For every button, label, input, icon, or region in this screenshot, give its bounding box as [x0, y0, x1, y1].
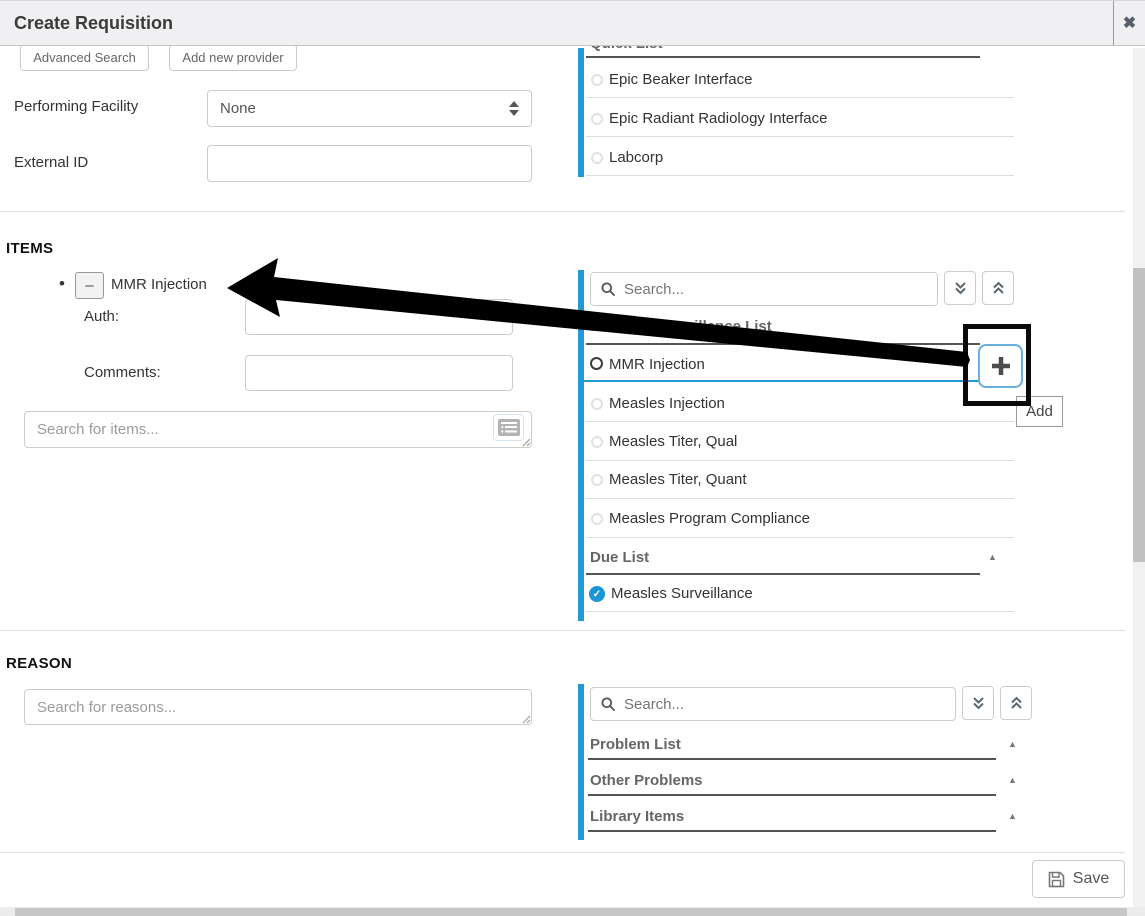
radio-icon[interactable] [591, 474, 603, 486]
row-separator [586, 421, 1014, 422]
group-underline [588, 794, 996, 796]
collapse-caret-icon[interactable]: ▲ [988, 552, 997, 562]
items-group-header[interactable]: Due List [590, 549, 649, 566]
expand-all-button[interactable] [944, 271, 976, 305]
reason-picker-search[interactable] [590, 687, 956, 721]
save-floppy-icon [1048, 871, 1065, 888]
section-divider [0, 211, 1125, 212]
picker-item[interactable]: MMR Injection [609, 356, 705, 373]
selected-row-underline [584, 380, 1013, 382]
radio-icon[interactable] [591, 113, 603, 125]
double-chevron-down-icon [953, 281, 968, 296]
picker-item[interactable]: Measles Injection [609, 395, 725, 412]
row-separator [586, 611, 1014, 612]
vertical-scrollbar[interactable] [1133, 48, 1145, 907]
reason-picker-accent-bar [578, 684, 584, 840]
quick-list-item[interactable]: Epic Beaker Interface [609, 71, 752, 88]
reason-picker-search-input[interactable] [624, 696, 945, 713]
row-separator [586, 460, 1014, 461]
section-divider [0, 630, 1125, 631]
external-id-input[interactable] [207, 145, 532, 182]
footer-divider [0, 852, 1125, 853]
quick-list-item[interactable]: Labcorp [609, 149, 663, 166]
remove-item-button[interactable]: – [75, 272, 104, 299]
pointer-arrow-annotation [0, 0, 1145, 916]
search-icon [601, 282, 616, 297]
group-underline [588, 830, 996, 832]
radio-icon[interactable] [591, 74, 603, 86]
row-separator [586, 175, 1014, 176]
items-group-header[interactable]: Measles Surveillance List [590, 318, 772, 335]
auth-input[interactable] [245, 299, 513, 335]
search-icon [601, 697, 616, 712]
double-chevron-down-icon [971, 696, 986, 711]
search-reasons-input[interactable] [24, 689, 532, 725]
radio-icon[interactable] [591, 436, 603, 448]
group-underline [586, 343, 980, 345]
create-requisition-modal: Advanced Search Add new provider Perform… [0, 0, 1145, 916]
expand-all-button[interactable] [962, 686, 994, 720]
collapse-all-button[interactable] [982, 271, 1014, 305]
quick-list-underline [586, 56, 980, 58]
modal-header: Create Requisition ✖ [0, 0, 1145, 46]
reason-group-header[interactable]: Library Items [590, 808, 684, 825]
radio-icon[interactable] [591, 513, 603, 525]
save-button[interactable]: Save [1032, 860, 1125, 898]
external-id-label: External ID [14, 154, 88, 171]
radio-icon[interactable] [591, 152, 603, 164]
collapse-caret-icon[interactable]: ▲ [1008, 775, 1017, 785]
picker-item[interactable]: Measles Titer, Qual [609, 433, 737, 450]
performing-facility-label: Performing Facility [14, 98, 138, 115]
bullet-icon: • [59, 274, 65, 294]
save-button-label: Save [1073, 870, 1109, 888]
vertical-scrollbar-thumb[interactable] [1133, 268, 1145, 562]
advanced-search-button[interactable]: Advanced Search [20, 44, 149, 71]
collapse-caret-icon[interactable]: ▲ [1008, 811, 1017, 821]
add-new-provider-button[interactable]: Add new provider [169, 44, 297, 71]
radio-icon[interactable] [591, 398, 603, 410]
list-icon [498, 419, 520, 436]
search-items-input[interactable] [24, 411, 532, 448]
quick-list-accent-bar [578, 48, 584, 177]
close-button[interactable]: ✖ [1113, 1, 1145, 45]
picker-item[interactable]: Measles Surveillance [611, 585, 753, 602]
items-picker-search[interactable] [590, 272, 938, 306]
performing-facility-select[interactable]: None [207, 90, 532, 127]
comments-input[interactable] [245, 355, 513, 391]
selected-item-name: MMR Injection [111, 276, 207, 293]
reason-group-header[interactable]: Other Problems [590, 772, 703, 789]
horizontal-scrollbar[interactable] [0, 907, 1145, 916]
group-underline [588, 758, 996, 760]
select-updown-icon [509, 101, 519, 116]
collapse-caret-icon[interactable]: ▲ [1008, 739, 1017, 749]
row-separator [586, 498, 1014, 499]
items-section-title: ITEMS [6, 240, 53, 257]
checked-radio-icon[interactable]: ✓ [589, 586, 605, 602]
performing-facility-value: None [220, 100, 256, 117]
picker-item[interactable]: Measles Program Compliance [609, 510, 810, 527]
reason-section-title: REASON [6, 655, 72, 672]
items-picker-accent-bar [578, 270, 584, 621]
row-separator [586, 136, 1014, 137]
double-chevron-up-icon [1009, 696, 1024, 711]
comments-label: Comments: [84, 364, 161, 381]
item-list-picker-icon[interactable] [493, 414, 524, 441]
double-chevron-up-icon [991, 281, 1006, 296]
row-separator [586, 97, 1014, 98]
collapse-all-button[interactable] [1000, 686, 1032, 720]
highlight-box-annotation [963, 324, 1031, 406]
quick-list-item[interactable]: Epic Radiant Radiology Interface [609, 110, 827, 127]
horizontal-scrollbar-thumb[interactable] [15, 908, 1127, 916]
reason-group-header[interactable]: Problem List [590, 736, 681, 753]
modal-title: Create Requisition [0, 13, 173, 34]
items-picker-search-input[interactable] [624, 281, 927, 298]
close-icon: ✖ [1123, 13, 1136, 33]
auth-label: Auth: [84, 308, 119, 325]
row-separator [586, 537, 1014, 538]
picker-item[interactable]: Measles Titer, Quant [609, 471, 747, 488]
radio-icon[interactable] [590, 357, 603, 370]
group-underline [586, 573, 980, 575]
